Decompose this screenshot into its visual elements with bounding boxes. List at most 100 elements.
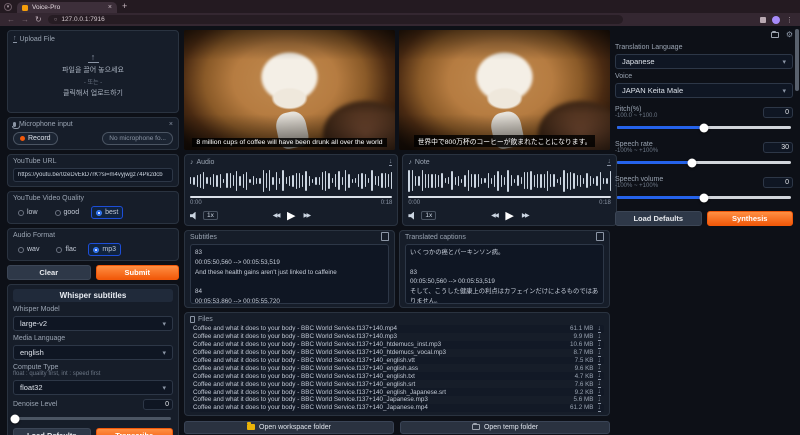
copy-icon[interactable] xyxy=(598,234,604,241)
site-info-icon[interactable]: ○ xyxy=(54,17,58,23)
translation-language-select[interactable]: Japanese ▾ xyxy=(615,54,793,69)
download-icon[interactable]: ↓ xyxy=(389,158,393,166)
radio-quality-low[interactable]: low xyxy=(13,206,43,219)
pitch-slider[interactable] xyxy=(617,126,791,129)
youtube-url-input[interactable] xyxy=(13,168,173,182)
skip-forward-icon[interactable]: ▶▶ xyxy=(522,212,528,219)
download-icon[interactable]: ↓ xyxy=(598,372,602,380)
play-icon[interactable]: ▶ xyxy=(287,209,295,222)
radio-format-wav[interactable]: wav xyxy=(13,243,44,256)
video-player-original[interactable]: 8 million cups of coffee will have been … xyxy=(184,30,395,150)
copy-icon[interactable] xyxy=(383,234,389,241)
video-player-translated[interactable]: 世界中で800万杯のコーヒーが飲まれたことになります。 xyxy=(399,30,610,150)
youtube-url-panel: YouTube URL xyxy=(7,154,179,187)
speech-volume-input[interactable]: 0 xyxy=(763,177,793,188)
speech-rate-input[interactable]: 30 xyxy=(763,142,793,153)
new-tab-button[interactable]: + xyxy=(122,1,127,11)
file-dropzone[interactable]: ↑ 파일을 끌어 놓으세요 - 또는 - 클릭해서 업로드하기 xyxy=(13,43,173,108)
download-icon[interactable]: ↓ xyxy=(598,388,602,396)
open-workspace-folder-button[interactable]: Open workspace folder xyxy=(184,421,394,434)
speech-volume-label: Speech volume xyxy=(615,176,663,183)
browser-tab[interactable]: Voice-Pro × xyxy=(17,2,117,13)
skip-back-icon[interactable]: ◀◀ xyxy=(273,212,279,219)
window-menu-icon[interactable]: ▾ xyxy=(4,3,12,11)
download-icon[interactable]: ↓ xyxy=(598,380,602,388)
file-row[interactable]: Coffee and what it does to your body - B… xyxy=(190,404,604,412)
denoise-level-input[interactable]: 0 xyxy=(143,399,173,410)
download-icon[interactable]: ↓ xyxy=(598,357,602,365)
volume-icon[interactable] xyxy=(408,212,417,220)
download-icon[interactable]: ↓ xyxy=(598,404,602,412)
pitch-input[interactable]: 0 xyxy=(763,107,793,118)
music-note-icon: ♪ xyxy=(408,159,412,166)
transcribe-button[interactable]: Transcribe xyxy=(96,428,174,435)
input-column: ↑ Upload File ↑ 파일을 끌어 놓으세요 - 또는 - 클릭해서 … xyxy=(7,30,179,435)
play-icon[interactable]: ▶ xyxy=(505,209,513,222)
volume-icon[interactable] xyxy=(190,212,199,220)
radio-format-mp3[interactable]: mp3 xyxy=(88,243,121,256)
slider-handle[interactable] xyxy=(700,123,709,132)
download-icon[interactable]: ↓ xyxy=(598,333,602,341)
file-row[interactable]: Coffee and what it does to your body - B… xyxy=(190,380,604,388)
address-bar[interactable]: ○ 127.0.0.1:7916 xyxy=(48,15,623,24)
translated-captions-textarea[interactable]: いくつかの癌とパーキンソン病。 83 00:05:50,560 --> 00:0… xyxy=(405,244,604,304)
speech-rate-slider[interactable] xyxy=(617,161,791,164)
speech-volume-slider[interactable] xyxy=(617,196,791,199)
download-icon[interactable]: ↓ xyxy=(598,349,602,357)
record-button[interactable]: Record xyxy=(13,132,58,145)
submit-button[interactable]: Submit xyxy=(96,265,180,280)
extensions-icon[interactable] xyxy=(760,17,766,23)
download-icon[interactable]: ↓ xyxy=(598,396,602,404)
voice-select[interactable]: JAPAN Keita Male ▾ xyxy=(615,83,793,98)
gear-icon[interactable]: ⚙ xyxy=(786,31,793,39)
file-row[interactable]: Coffee and what it does to your body - B… xyxy=(190,396,604,404)
skip-back-icon[interactable]: ◀◀ xyxy=(491,212,497,219)
download-icon[interactable]: ↓ xyxy=(607,158,611,166)
media-language-select[interactable]: english ▾ xyxy=(13,345,173,360)
page-scrollbar[interactable] xyxy=(795,29,799,91)
forward-icon[interactable]: → xyxy=(21,16,29,24)
audio-waveform[interactable] xyxy=(190,169,392,193)
file-row[interactable]: Coffee and what it does to your body - B… xyxy=(190,333,604,341)
download-icon[interactable]: ↓ xyxy=(598,341,602,349)
audio-seekbar[interactable] xyxy=(190,196,392,199)
compute-type-select[interactable]: float32 ▾ xyxy=(13,380,173,395)
whisper-load-defaults-button[interactable]: Load Defaults xyxy=(13,428,91,435)
open-temp-folder-button[interactable]: Open temp folder xyxy=(400,421,610,434)
workspace-folder-icon[interactable] xyxy=(771,32,779,38)
radio-format-flac[interactable]: flac xyxy=(51,243,81,256)
whisper-model-select[interactable]: large-v2 ▾ xyxy=(13,316,173,331)
file-row[interactable]: Coffee and what it does to your body - B… xyxy=(190,388,604,396)
file-row[interactable]: Coffee and what it does to your body - B… xyxy=(190,325,604,333)
skip-forward-icon[interactable]: ▶▶ xyxy=(303,212,309,219)
file-name: Coffee and what it does to your body - B… xyxy=(193,381,571,388)
slider-handle[interactable] xyxy=(11,414,20,423)
tab-close-icon[interactable]: × xyxy=(108,4,112,11)
playback-speed-button[interactable]: 1x xyxy=(203,211,218,220)
audio-seekbar[interactable] xyxy=(408,196,610,199)
synthesis-load-defaults-button[interactable]: Load Defaults xyxy=(615,211,702,226)
download-icon[interactable]: ↓ xyxy=(598,364,602,372)
radio-quality-best[interactable]: best xyxy=(91,206,123,219)
audio-waveform[interactable] xyxy=(408,169,610,193)
download-icon[interactable]: ↓ xyxy=(598,325,602,333)
radio-quality-good[interactable]: good xyxy=(50,206,85,219)
profile-avatar[interactable] xyxy=(772,16,780,24)
slider-handle[interactable] xyxy=(700,193,709,202)
file-row[interactable]: Coffee and what it does to your body - B… xyxy=(190,372,604,380)
file-row[interactable]: Coffee and what it does to your body - B… xyxy=(190,341,604,349)
playback-speed-button[interactable]: 1x xyxy=(421,211,436,220)
synthesis-button[interactable]: Synthesis xyxy=(707,211,794,226)
file-row[interactable]: Coffee and what it does to your body - B… xyxy=(190,364,604,372)
file-row[interactable]: Coffee and what it does to your body - B… xyxy=(190,357,604,365)
reload-icon[interactable]: ↻ xyxy=(35,16,42,24)
clear-button[interactable]: Clear xyxy=(7,265,91,280)
back-icon[interactable]: ← xyxy=(7,16,15,24)
close-icon[interactable]: × xyxy=(169,121,173,128)
browser-menu-icon[interactable]: ⋮ xyxy=(786,16,793,24)
time-total: 0:18 xyxy=(599,200,611,206)
subtitles-textarea[interactable]: 83 00:05:50,560 --> 00:05:53,519 And the… xyxy=(190,244,389,304)
slider-handle[interactable] xyxy=(687,158,696,167)
file-row[interactable]: Coffee and what it does to your body - B… xyxy=(190,349,604,357)
denoise-level-slider[interactable] xyxy=(15,417,171,420)
